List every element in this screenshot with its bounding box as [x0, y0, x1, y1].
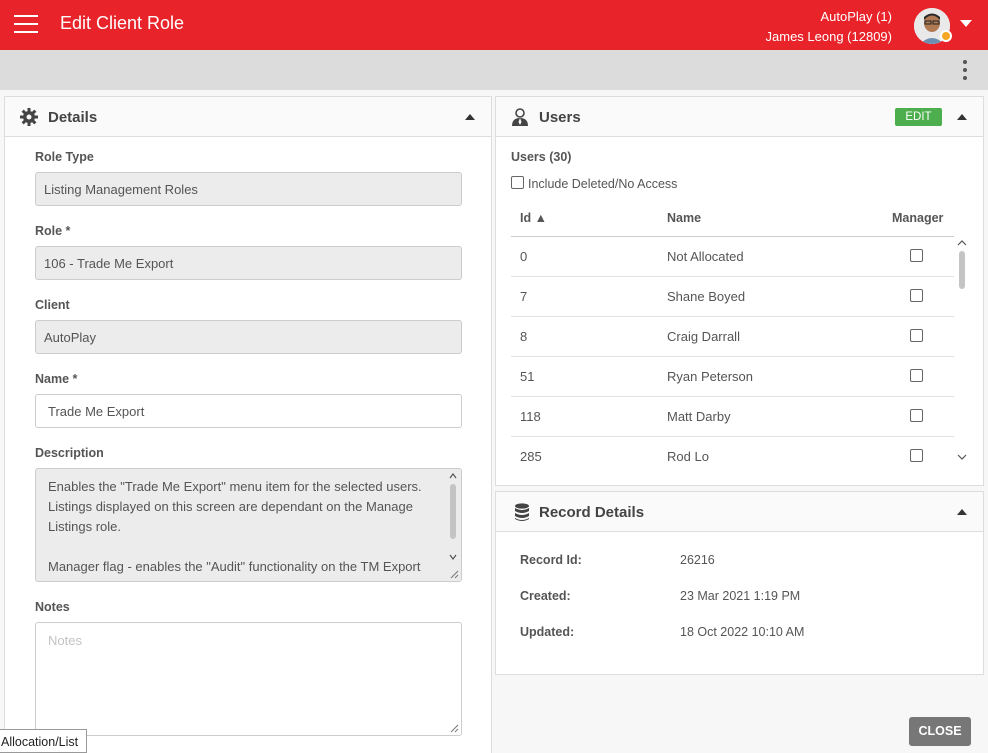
manager-checkbox[interactable] [910, 249, 923, 262]
description-line: Listings role. [48, 519, 121, 534]
table-row[interactable]: 0 Not Allocated [511, 237, 954, 277]
name-input[interactable]: Trade Me Export [35, 394, 462, 428]
gear-icon [20, 108, 38, 126]
created-label: Created: [520, 589, 571, 603]
role-type-label: Role Type [35, 150, 94, 164]
table-row[interactable]: 7 Shane Boyed [511, 277, 954, 317]
user-id: 118 [520, 409, 541, 424]
details-panel-header: Details [5, 97, 491, 137]
description-textarea[interactable]: Enables the "Trade Me Export" menu item … [35, 468, 462, 582]
details-panel: Details Role Type Listing Management Rol… [4, 96, 492, 753]
client-name: AutoPlay (1) [820, 9, 892, 24]
client-label: Client [35, 298, 70, 312]
user-id: 8 [520, 329, 528, 344]
user-id: 7 [520, 289, 528, 304]
resize-handle-icon[interactable] [449, 723, 459, 733]
status-indicator [940, 30, 952, 42]
description-label: Description [35, 446, 104, 460]
manager-checkbox[interactable] [910, 449, 923, 462]
users-panel-header: Users EDIT [496, 97, 983, 137]
user-id: 51 [520, 369, 535, 384]
role-label: Role * [35, 224, 71, 238]
user-name: James Leong (12809) [765, 29, 892, 44]
details-title: Details [48, 109, 98, 126]
column-name[interactable]: Name [667, 211, 701, 225]
user-id: 0 [520, 249, 528, 264]
manager-checkbox[interactable] [910, 369, 923, 382]
users-table-header: Id ▲ Name Manager [511, 201, 954, 237]
toolbar [0, 50, 988, 90]
collapse-icon[interactable] [465, 114, 475, 120]
user-name: Matt Darby [667, 409, 731, 424]
column-id[interactable]: Id ▲ [520, 211, 547, 225]
database-icon [515, 503, 529, 521]
users-panel: Users EDIT Users (30) Include Deleted/No… [495, 96, 984, 486]
tooltip: Allocation/List [0, 729, 88, 753]
manager-checkbox[interactable] [910, 329, 923, 342]
record-id-label: Record Id: [520, 553, 582, 567]
close-button[interactable]: CLOSE [909, 717, 971, 746]
manager-checkbox[interactable] [910, 409, 923, 422]
page-title: Edit Client Role [60, 13, 185, 33]
include-deleted-label: Include Deleted/No Access [528, 177, 678, 191]
table-row[interactable]: 118 Matt Darby [511, 397, 954, 437]
record-details-title: Record Details [539, 504, 645, 521]
app-header: Edit Client Role AutoPlay (1) James Leon… [0, 0, 988, 50]
menu-icon[interactable] [14, 15, 38, 35]
name-label: Name * [35, 372, 78, 386]
user-id: 285 [520, 449, 542, 464]
updated-value: 18 Oct 2022 10:10 AM [680, 625, 805, 639]
client-field: AutoPlay [35, 320, 462, 354]
user-info: AutoPlay (1) James Leong (12809) [766, 7, 892, 47]
table-row[interactable]: 8 Craig Darrall [511, 317, 954, 357]
updated-label: Updated: [520, 625, 575, 639]
collapse-icon[interactable] [957, 509, 967, 515]
collapse-icon[interactable] [957, 114, 967, 120]
user-name: Ryan Peterson [667, 369, 753, 384]
description-line: Enables the "Trade Me Export" menu item … [48, 479, 422, 494]
include-deleted-checkbox[interactable] [511, 176, 524, 189]
user-name: Shane Boyed [667, 289, 746, 304]
description-line: Manager flag - enables the "Audit" funct… [48, 559, 421, 574]
user-name: Rod Lo [667, 449, 709, 464]
record-id-value: 26216 [680, 553, 715, 567]
edit-button[interactable]: EDIT [895, 108, 942, 126]
table-row[interactable]: 285 Rod Lo [511, 437, 954, 467]
role-field: 106 - Trade Me Export [35, 246, 462, 280]
manager-checkbox[interactable] [910, 289, 923, 302]
chevron-down-icon[interactable] [960, 20, 972, 27]
created-value: 23 Mar 2021 1:19 PM [680, 589, 801, 603]
scrollbar[interactable] [447, 471, 459, 581]
notes-placeholder: Notes [48, 633, 82, 648]
description-line: Listings displayed on this screen are de… [48, 499, 413, 514]
scrollbar[interactable] [955, 237, 969, 467]
user-name: Not Allocated [667, 249, 744, 264]
record-details-header: Record Details [496, 492, 983, 532]
role-type-field: Listing Management Roles [35, 172, 462, 206]
more-options-icon[interactable] [962, 60, 968, 82]
column-manager[interactable]: Manager [892, 211, 943, 225]
record-details-panel: Record Details Record Id: 26216 Created:… [495, 491, 984, 675]
users-count: Users (30) [511, 150, 572, 164]
table-row[interactable]: 51 Ryan Peterson [511, 357, 954, 397]
notes-textarea[interactable]: Notes [35, 622, 462, 736]
user-name: Craig Darrall [667, 329, 740, 344]
users-title: Users [539, 109, 581, 126]
notes-label: Notes [35, 600, 70, 614]
user-icon [512, 108, 528, 126]
